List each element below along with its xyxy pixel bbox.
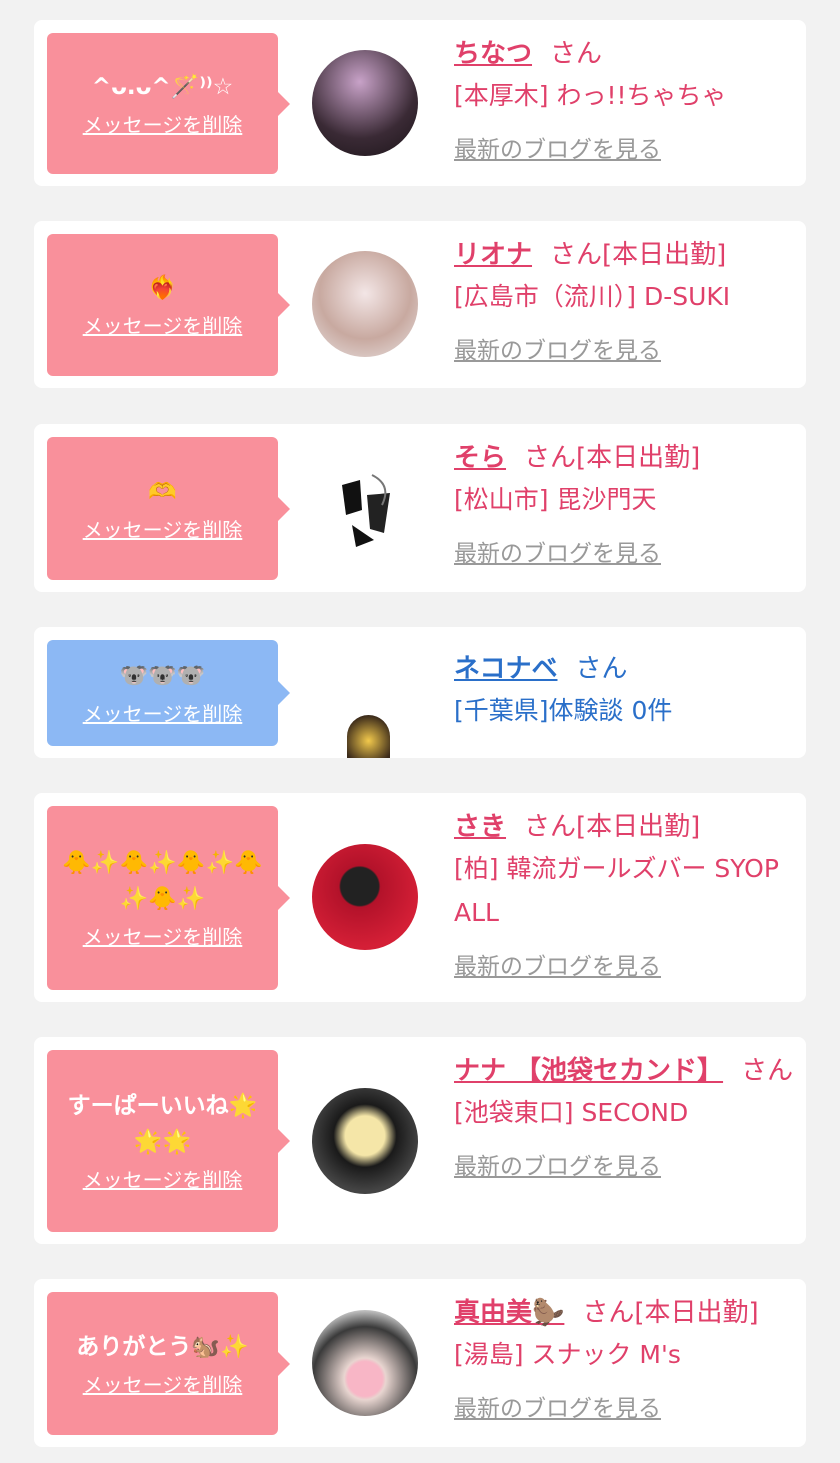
message-card: 🐨🐨🐨 メッセージを削除 ネコナベ さん [千葉県]体験談 0件 — [34, 627, 806, 758]
message-text: 🐥✨🐥✨🐥✨🐥✨🐥✨ — [62, 850, 263, 912]
message-bubble: 🐥✨🐥✨🐥✨🐥✨🐥✨ メッセージを削除 — [47, 806, 290, 990]
shop-info: [柏] 韓流ガールズバー SYOPALL — [454, 854, 779, 927]
delete-message-link[interactable]: メッセージを削除 — [83, 1371, 243, 1399]
delete-message-link[interactable]: メッセージを削除 — [83, 312, 243, 340]
avatar[interactable] — [312, 844, 418, 950]
message-bubble: ^ᴗ.ᴗ^🪄⁾⁾☆ メッセージを削除 — [47, 33, 290, 174]
message-bubble: 🐨🐨🐨 メッセージを削除 — [47, 640, 290, 746]
delete-message-link[interactable]: メッセージを削除 — [83, 700, 243, 728]
shop-info: [松山市] 毘沙門天 — [454, 485, 657, 514]
message-list: ^ᴗ.ᴗ^🪄⁾⁾☆ メッセージを削除 ちなつ さん [本厚木] わっ!!ちゃちゃ … — [0, 0, 840, 1463]
message-card: 🐥✨🐥✨🐥✨🐥✨🐥✨ メッセージを削除 さき さん[本日出勤] [柏] 韓流ガール… — [34, 793, 806, 1002]
avatar[interactable] — [312, 1088, 418, 1194]
message-bubble: ありがとう🐿️✨ メッセージを削除 — [47, 1292, 290, 1435]
latest-blog-link[interactable]: 最新のブログを見る — [454, 130, 661, 164]
honorific: さん — [524, 443, 577, 473]
attendance-badge: [本日出勤] — [576, 812, 701, 842]
latest-blog-link[interactable]: 最新のブログを見る — [454, 534, 661, 568]
avatar[interactable] — [312, 50, 418, 156]
avatar[interactable] — [312, 251, 418, 357]
honorific: さん — [524, 812, 577, 842]
honorific: さん — [575, 654, 628, 684]
user-name-link[interactable]: リオナ — [454, 240, 532, 270]
latest-blog-link[interactable]: 最新のブログを見る — [454, 1147, 661, 1181]
message-card: ❤️‍🔥 メッセージを削除 リオナ さん[本日出勤] [広島市（流川）] D-SU… — [34, 221, 806, 388]
honorific: さん — [550, 240, 603, 270]
honorific: さん — [741, 1056, 794, 1086]
message-card: ありがとう🐿️✨ メッセージを削除 真由美🦫 さん[本日出勤] [湯島] スナック… — [34, 1279, 806, 1447]
avatar[interactable] — [312, 455, 418, 561]
honorific: さん — [582, 1298, 635, 1328]
shop-info: [池袋東口] SECOND — [454, 1098, 689, 1127]
review-info: [千葉県]体験談 0件 — [454, 696, 673, 725]
user-name-link[interactable]: そら — [454, 443, 506, 473]
logo-icon — [342, 474, 390, 547]
message-text: ❤️‍🔥 — [148, 275, 177, 301]
shop-info: [広島市（流川）] D-SUKI — [454, 282, 731, 311]
message-card: すーぱーいいね🌟🌟🌟 メッセージを削除 ナナ 【池袋セカンド】 さん [池袋東口]… — [34, 1037, 806, 1244]
shop-info: [本厚木] わっ!!ちゃちゃ — [454, 81, 727, 110]
message-bubble: 🫶 メッセージを削除 — [47, 437, 290, 580]
avatar[interactable] — [347, 715, 390, 758]
message-text: 🫶 — [148, 478, 177, 505]
honorific: さん — [550, 39, 603, 69]
message-card: 🫶 メッセージを削除 そら さん[本日出勤] [松山市] 毘沙門天 最新のブログを… — [34, 424, 806, 592]
user-name-link[interactable]: ネコナベ — [454, 654, 557, 684]
attendance-badge: [本日出勤] — [602, 240, 727, 270]
message-text: 🐨🐨🐨 — [119, 663, 206, 689]
delete-message-link[interactable]: メッセージを削除 — [83, 923, 243, 951]
message-text: ありがとう🐿️✨ — [76, 1333, 249, 1360]
message-card: ^ᴗ.ᴗ^🪄⁾⁾☆ メッセージを削除 ちなつ さん [本厚木] わっ!!ちゃちゃ … — [34, 20, 806, 186]
shop-info: [湯島] スナック M's — [454, 1340, 681, 1369]
latest-blog-link[interactable]: 最新のブログを見る — [454, 331, 661, 365]
user-name-link[interactable]: さき — [454, 812, 506, 842]
avatar[interactable] — [312, 1310, 418, 1416]
latest-blog-link[interactable]: 最新のブログを見る — [454, 1389, 661, 1423]
message-text: ^ᴗ.ᴗ^🪄⁾⁾☆ — [91, 73, 234, 100]
latest-blog-link[interactable]: 最新のブログを見る — [454, 947, 661, 981]
attendance-badge: [本日出勤] — [576, 443, 701, 473]
message-text: すーぱーいいね🌟🌟🌟 — [67, 1093, 258, 1155]
user-name-link[interactable]: 真由美🦫 — [454, 1298, 564, 1328]
delete-message-link[interactable]: メッセージを削除 — [83, 516, 243, 544]
delete-message-link[interactable]: メッセージを削除 — [83, 111, 243, 139]
message-bubble: ❤️‍🔥 メッセージを削除 — [47, 234, 290, 376]
user-name-link[interactable]: ちなつ — [454, 39, 532, 69]
delete-message-link[interactable]: メッセージを削除 — [83, 1166, 243, 1194]
user-name-link[interactable]: ナナ 【池袋セカンド】 — [454, 1056, 723, 1086]
message-bubble: すーぱーいいね🌟🌟🌟 メッセージを削除 — [47, 1050, 290, 1232]
attendance-badge: [本日出勤] — [634, 1298, 759, 1328]
